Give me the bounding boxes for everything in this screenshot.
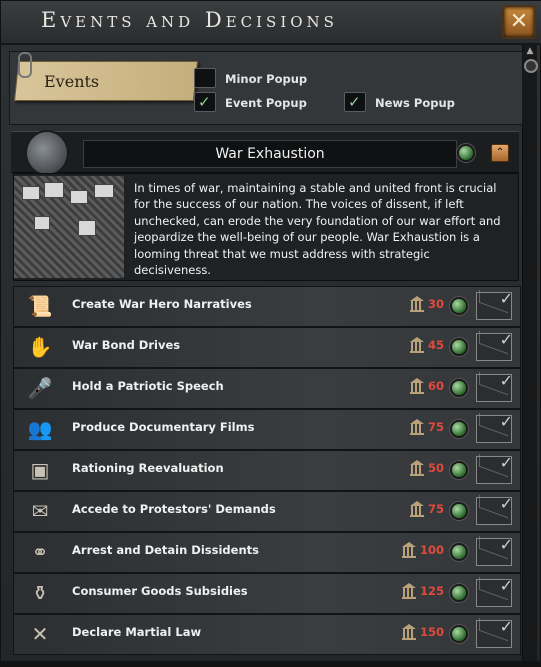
close-icon[interactable]: ✕ (502, 5, 536, 39)
goods-icon: ⚱ (31, 581, 49, 605)
decision-cost: 45 (428, 338, 445, 352)
take-decision-envelope-icon[interactable]: ✓ (476, 535, 513, 566)
scroll-up-icon[interactable]: ▲ (524, 45, 536, 57)
political-power-icon (410, 296, 424, 312)
decision-label: Accede to Protestors' Demands (72, 502, 276, 516)
political-power-icon (410, 419, 424, 435)
decision-cost: 75 (428, 502, 445, 516)
description-text: In times of war, maintaining a stable an… (134, 181, 501, 278)
decision-label: Consumer Goods Subsidies (72, 584, 248, 598)
political-power-icon (410, 460, 424, 476)
decision-label: Create War Hero Narratives (72, 297, 252, 311)
hand-icon: ✋ (27, 335, 53, 359)
events-decisions-window: Events and Decisions ✕ ▲ Events Minor Po… (0, 0, 541, 667)
speaker-icon: 🎤 (27, 376, 53, 400)
checkmark-icon: ✓ (198, 93, 211, 111)
political-power-icon (410, 337, 424, 353)
decision-label: Rationing Reevaluation (72, 461, 224, 475)
decision-cost: 30 (428, 297, 445, 311)
political-power-icon (402, 624, 416, 640)
available-indicator-icon (450, 625, 468, 643)
decision-label: Hold a Patriotic Speech (72, 379, 224, 393)
available-indicator-icon (457, 144, 475, 162)
decision-row[interactable]: ⚱ Consumer Goods Subsidies 125 ✓ (13, 573, 521, 614)
popup-filters-panel: Events Minor Popup ✓ Event Popup ✓ News … (9, 51, 523, 125)
minor-popup-label: Minor Popup (225, 72, 308, 86)
political-power-icon (410, 501, 424, 517)
protest-photo (14, 176, 124, 278)
handcuffs-icon: ⚭ (31, 540, 49, 564)
decision-label: Produce Documentary Films (72, 420, 255, 434)
decision-cost: 100 (420, 543, 445, 557)
title-bar: Events and Decisions ✕ (1, 1, 541, 45)
decision-cost: 75 (428, 420, 445, 434)
available-indicator-icon (450, 461, 468, 479)
available-indicator-icon (450, 338, 468, 356)
decision-row[interactable]: 🎤 Hold a Patriotic Speech 60 ✓ (13, 368, 521, 409)
war-exhaustion-icon (25, 130, 69, 176)
crate-icon: ▣ (30, 458, 50, 482)
take-decision-envelope-icon[interactable]: ✓ (476, 617, 513, 648)
crossed-rifles-icon: ✕ (31, 622, 49, 646)
window-title: Events and Decisions (41, 8, 338, 32)
scrollbar[interactable]: ▲ (522, 45, 538, 663)
decision-row[interactable]: ✕ Declare Martial Law 150 ✓ (13, 614, 521, 655)
take-decision-envelope-icon[interactable]: ✓ (476, 289, 513, 320)
events-tab-label: Events (44, 72, 100, 91)
take-decision-envelope-icon[interactable]: ✓ (476, 576, 513, 607)
news-popup-label: News Popup (375, 96, 455, 110)
available-indicator-icon (450, 543, 468, 561)
decision-row[interactable]: 📜 Create War Hero Narratives 30 ✓ (13, 286, 521, 327)
category-header[interactable]: War Exhaustion ⌃ (11, 130, 519, 176)
collapse-button[interactable]: ⌃ (491, 144, 509, 162)
decision-cost: 150 (420, 625, 445, 639)
take-decision-envelope-icon[interactable]: ✓ (476, 412, 513, 443)
available-indicator-icon (450, 502, 468, 520)
available-indicator-icon (450, 420, 468, 438)
decision-row[interactable]: ⚭ Arrest and Detain Dissidents 100 ✓ (13, 532, 521, 573)
event-popup-label: Event Popup (225, 96, 307, 110)
bottom-border (1, 661, 541, 666)
events-tab[interactable] (13, 61, 199, 101)
decision-cost: 60 (428, 379, 445, 393)
decision-row[interactable]: ✉ Accede to Protestors' Demands 75 ✓ (13, 491, 521, 532)
event-popup-checkbox[interactable]: ✓ (194, 92, 216, 112)
take-decision-envelope-icon[interactable]: ✓ (476, 494, 513, 525)
decision-row[interactable]: ▣ Rationing Reevaluation 50 ✓ (13, 450, 521, 491)
available-indicator-icon (450, 584, 468, 602)
political-power-icon (402, 542, 416, 558)
decision-label: Arrest and Detain Dissidents (72, 543, 259, 557)
political-power-icon (410, 378, 424, 394)
available-indicator-icon (450, 379, 468, 397)
minor-popup-checkbox[interactable] (194, 68, 216, 88)
scroll-icon: 📜 (27, 294, 53, 318)
take-decision-envelope-icon[interactable]: ✓ (476, 453, 513, 484)
soldiers-icon: 👥 (27, 417, 53, 441)
checkmark-icon: ✓ (348, 93, 361, 111)
category-title: War Exhaustion (83, 140, 457, 168)
decision-cost: 50 (428, 461, 445, 475)
category-description: In times of war, maintaining a stable an… (13, 173, 519, 281)
news-popup-checkbox[interactable]: ✓ (344, 92, 366, 112)
political-power-icon (402, 583, 416, 599)
available-indicator-icon (450, 297, 468, 315)
decision-label: Declare Martial Law (72, 625, 202, 639)
scroll-thumb[interactable] (524, 59, 538, 73)
take-decision-envelope-icon[interactable]: ✓ (476, 371, 513, 402)
decision-cost: 125 (420, 584, 445, 598)
document-icon: ✉ (31, 499, 49, 523)
take-decision-envelope-icon[interactable]: ✓ (476, 330, 513, 361)
decision-row[interactable]: 👥 Produce Documentary Films 75 ✓ (13, 409, 521, 450)
decision-row[interactable]: ✋ War Bond Drives 45 ✓ (13, 327, 521, 368)
decision-label: War Bond Drives (72, 338, 181, 352)
paperclip-icon (18, 52, 32, 78)
